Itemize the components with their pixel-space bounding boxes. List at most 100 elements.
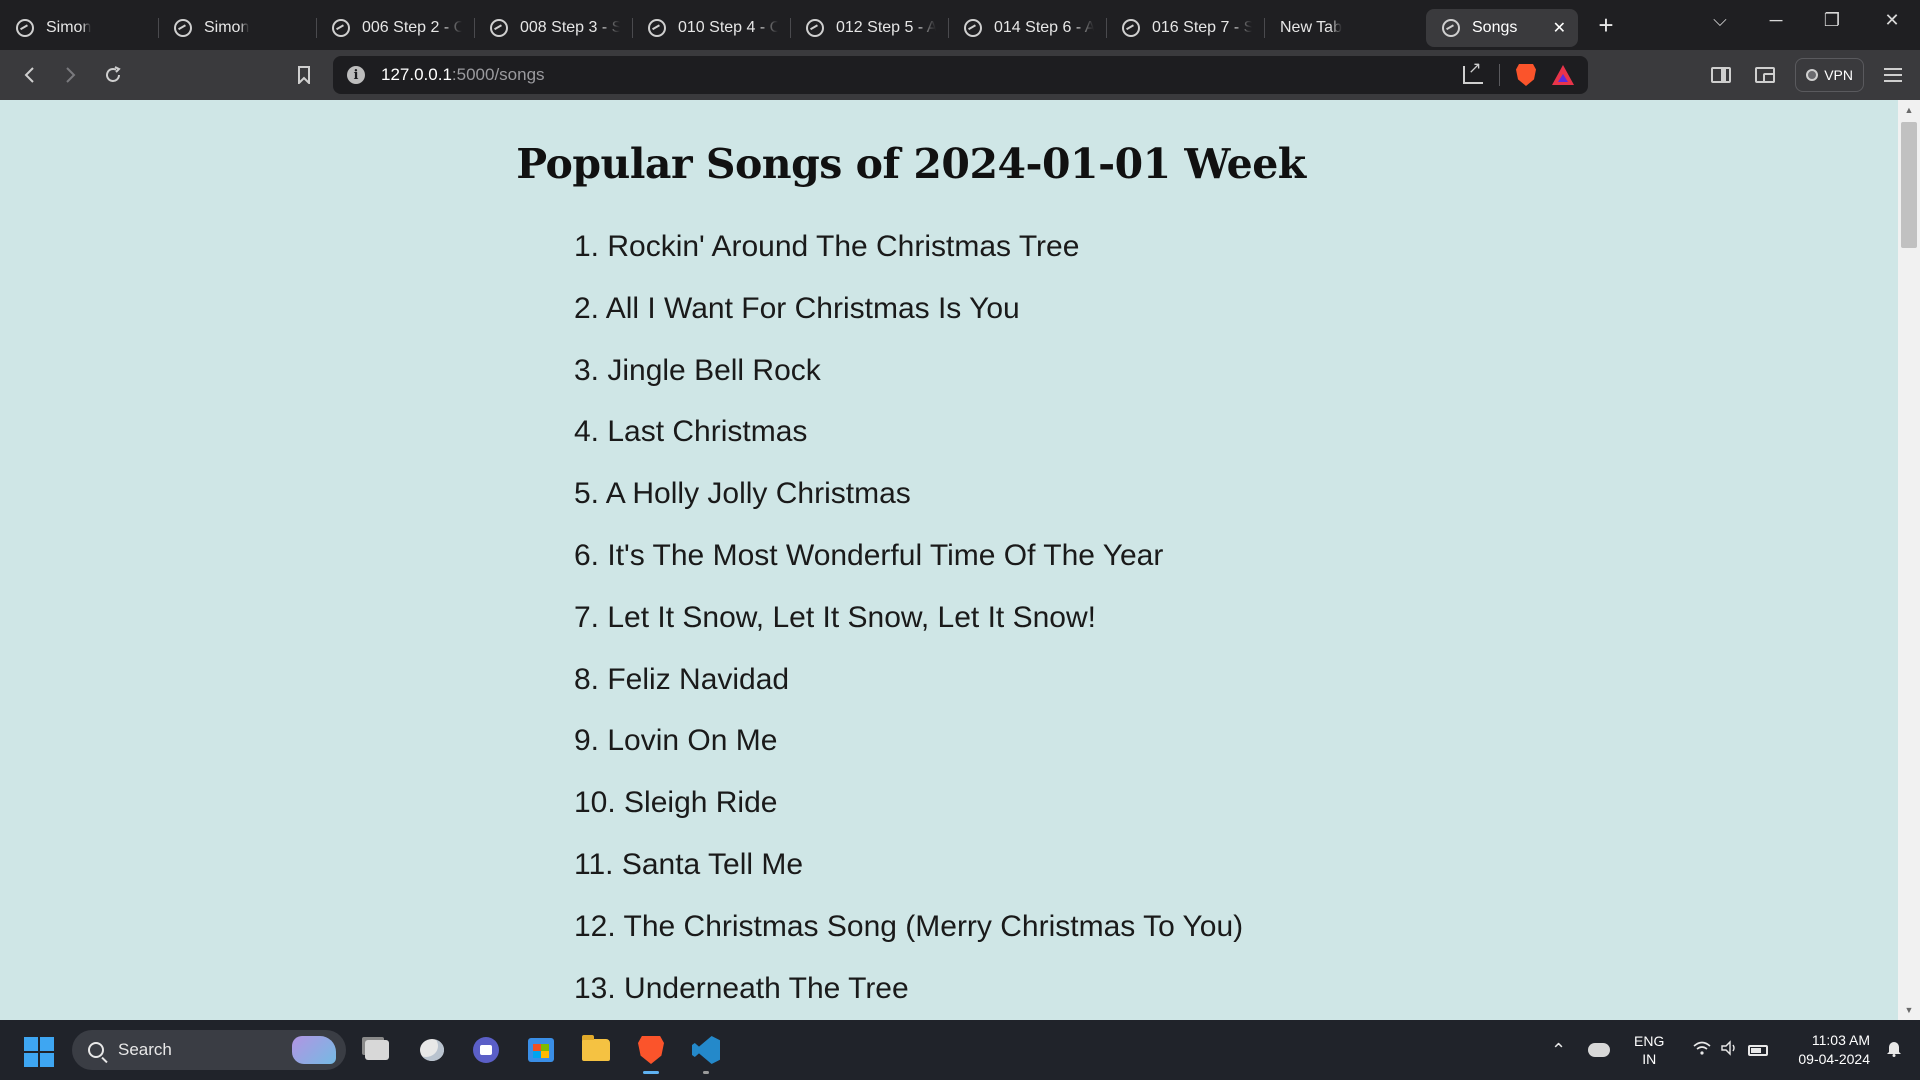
- volume-icon[interactable]: [1720, 1039, 1740, 1061]
- search-highlight-icon: [292, 1036, 336, 1064]
- store-button[interactable]: [521, 1030, 561, 1070]
- taskbar: Search ⌃ ENG IN 11:03 AM 09-04-2024: [0, 1020, 1920, 1080]
- browser-tab[interactable]: New Tab: [1264, 9, 1422, 47]
- tab-search-icon[interactable]: ⌵: [1692, 0, 1748, 40]
- language-region: IN: [1642, 1051, 1657, 1067]
- url-path: :5000/songs: [451, 65, 545, 84]
- forward-icon[interactable]: [50, 50, 90, 100]
- song-item: 4. Last Christmas: [574, 415, 808, 449]
- brave-icon: [638, 1036, 664, 1064]
- clock-date: 09-04-2024: [1798, 1051, 1870, 1067]
- notification-icon[interactable]: [1886, 1039, 1902, 1062]
- browser-toolbar: i 127.0.0.1:5000/songs VPN: [0, 50, 1920, 100]
- wifi-icon[interactable]: [1692, 1040, 1712, 1061]
- browser-tab[interactable]: 006 Step 2 - Cr: [316, 9, 474, 47]
- taskbar-search-box[interactable]: Search: [72, 1030, 346, 1070]
- vpn-status-icon: [1806, 69, 1819, 81]
- toolbar-right: VPN: [1699, 50, 1920, 100]
- info-icon[interactable]: i: [347, 66, 365, 84]
- system-tray: ⌃ ENG IN 11:03 AM 09-04-2024: [1551, 1020, 1920, 1080]
- vscode-taskbar-button[interactable]: [686, 1030, 726, 1074]
- url-text: 127.0.0.1:5000/songs: [381, 65, 545, 85]
- onedrive-icon[interactable]: [1588, 1043, 1611, 1057]
- song-item: 5. A Holly Jolly Christmas: [574, 477, 911, 511]
- song-item: 7. Let It Snow, Let It Snow, Let It Snow…: [574, 600, 1096, 634]
- tab-label: 008 Step 3 - Sh: [520, 19, 620, 36]
- url-host: 127.0.0.1: [381, 65, 452, 84]
- language-indicator[interactable]: ENG IN: [1634, 1032, 1664, 1068]
- tab-label: New Tab: [1280, 19, 1342, 36]
- browser-tab-active[interactable]: Songs ✕: [1426, 9, 1578, 47]
- vpn-label: VPN: [1824, 67, 1853, 83]
- share-icon[interactable]: [1463, 58, 1483, 84]
- close-tab-icon[interactable]: ✕: [1541, 18, 1566, 38]
- clock[interactable]: 11:03 AM 09-04-2024: [1798, 1031, 1870, 1069]
- bookmark-icon[interactable]: [284, 50, 324, 100]
- menu-icon[interactable]: [1884, 68, 1902, 82]
- task-view-button[interactable]: [357, 1030, 397, 1070]
- back-icon[interactable]: [10, 50, 50, 100]
- globe-icon: [490, 19, 508, 37]
- browser-tab[interactable]: 010 Step 4 - Ch: [632, 9, 790, 47]
- song-item: 11. Santa Tell Me: [574, 847, 804, 881]
- tab-label: 016 Step 7 - Sta: [1152, 19, 1252, 36]
- file-explorer-button[interactable]: [576, 1030, 616, 1070]
- browser-tab[interactable]: Simon: [0, 9, 158, 47]
- brave-taskbar-button[interactable]: [631, 1030, 671, 1074]
- tab-label: 010 Step 4 - Ch: [678, 19, 778, 36]
- brave-rewards-icon[interactable]: [1552, 65, 1574, 85]
- clock-time: 11:03 AM: [1811, 1032, 1870, 1048]
- wallet-icon[interactable]: [1755, 67, 1776, 83]
- song-item: 3. Jingle Bell Rock: [574, 353, 821, 387]
- page-title: Popular Songs of 2024-01-01 Week: [516, 140, 1306, 188]
- page-content: Popular Songs of 2024-01-01 Week 1. Rock…: [0, 100, 1898, 1020]
- globe-icon: [332, 19, 350, 37]
- vpn-button[interactable]: VPN: [1795, 58, 1864, 92]
- scroll-down-icon[interactable]: ▼: [1898, 1002, 1920, 1018]
- scroll-up-icon[interactable]: ▲: [1898, 102, 1920, 118]
- browser-tab[interactable]: 014 Step 6 - Ad: [948, 9, 1106, 47]
- minimize-icon[interactable]: ─: [1748, 0, 1804, 40]
- battery-icon[interactable]: [1748, 1044, 1769, 1056]
- tab-strip: Simon Simon 006 Step 2 - Cr 008 Step 3 -…: [0, 0, 1920, 50]
- song-item: 1. Rockin' Around The Christmas Tree: [574, 230, 1080, 263]
- tab-label: 014 Step 6 - Ad: [994, 19, 1094, 36]
- widgets-button[interactable]: [412, 1030, 452, 1070]
- new-tab-button[interactable]: +: [1586, 5, 1626, 45]
- tab-label: Simon: [204, 19, 250, 36]
- song-item: 10. Sleigh Ride: [574, 786, 778, 820]
- file-explorer-icon: [582, 1035, 610, 1061]
- address-bar[interactable]: i 127.0.0.1:5000/songs: [333, 56, 1588, 94]
- sidebar-icon[interactable]: [1711, 67, 1732, 83]
- divider: [1499, 64, 1500, 86]
- brave-shields-icon[interactable]: [1516, 64, 1536, 86]
- meet-icon: [473, 1037, 499, 1063]
- song-item: 9. Lovin On Me: [574, 724, 778, 758]
- globe-icon: [964, 19, 982, 37]
- browser-tab[interactable]: 016 Step 7 - Sta: [1106, 9, 1264, 47]
- scrollbar-thumb[interactable]: [1901, 122, 1917, 248]
- restore-icon[interactable]: ❐: [1804, 0, 1860, 40]
- tab-label: Simon: [46, 19, 92, 36]
- globe-icon: [1122, 19, 1140, 37]
- windows-start-icon[interactable]: [24, 1037, 54, 1067]
- song-item: 2. All I Want For Christmas Is You: [574, 291, 1020, 325]
- vscode-icon: [692, 1036, 720, 1064]
- globe-icon: [1442, 19, 1460, 37]
- tab-label: 006 Step 2 - Cr: [362, 19, 462, 36]
- browser-tab[interactable]: Simon: [158, 9, 316, 47]
- language-code: ENG: [1634, 1033, 1665, 1049]
- page-scrollbar[interactable]: ▲ ▼: [1898, 100, 1920, 1020]
- browser-tab[interactable]: 012 Step 5 - Ad: [790, 9, 948, 47]
- close-window-icon[interactable]: ✕: [1864, 0, 1920, 40]
- browser-tab[interactable]: 008 Step 3 - Sh: [474, 9, 632, 47]
- reload-icon[interactable]: [93, 50, 133, 100]
- store-icon: [528, 1038, 554, 1062]
- task-view-icon: [365, 1040, 389, 1060]
- meet-button[interactable]: [466, 1030, 506, 1070]
- tab-label: 012 Step 5 - Ad: [836, 19, 936, 36]
- search-label: Search: [118, 1040, 172, 1059]
- tab-label: Songs: [1472, 19, 1518, 36]
- song-item: 6. It's The Most Wonderful Time Of The Y…: [574, 538, 1164, 572]
- chevron-up-icon[interactable]: ⌃: [1551, 1040, 1566, 1061]
